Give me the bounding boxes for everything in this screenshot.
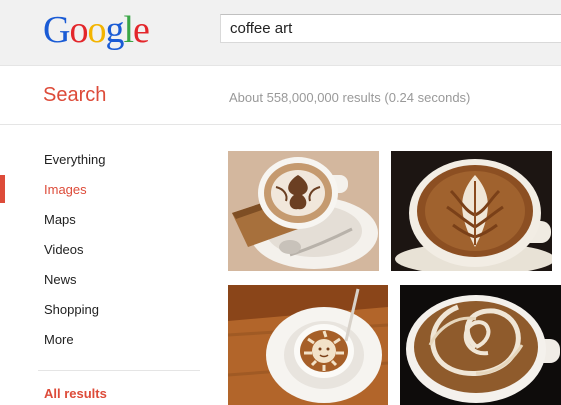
search-results-page: Google Search About 558,000,000 results … xyxy=(0,0,561,405)
selected-nav-indicator xyxy=(0,175,5,203)
nav-label-images: Images xyxy=(44,182,87,197)
sub-header: Search About 558,000,000 results (0.24 s… xyxy=(0,66,561,125)
search-label: Search xyxy=(43,84,107,106)
result-stats: About 558,000,000 results (0.24 seconds) xyxy=(229,90,471,105)
logo-letter: l xyxy=(123,9,133,51)
nav-item-news[interactable]: News xyxy=(0,265,200,295)
image-result[interactable] xyxy=(228,285,388,405)
coffee-spiral-image xyxy=(400,285,561,405)
image-result[interactable] xyxy=(228,151,379,271)
nav-item-maps[interactable]: Maps xyxy=(0,205,200,235)
nav-item-more[interactable]: More xyxy=(0,325,200,355)
image-result[interactable] xyxy=(400,285,561,405)
nav-item-images[interactable]: Images xyxy=(0,175,200,205)
logo-letter: e xyxy=(133,9,149,51)
coffee-sun-image xyxy=(228,285,388,405)
logo-letter: g xyxy=(105,9,124,51)
svg-text:Google: Google xyxy=(43,9,149,51)
nav-item-videos[interactable]: Videos xyxy=(0,235,200,265)
nav-item-everything[interactable]: Everything xyxy=(0,145,200,175)
coffee-rosetta-image xyxy=(391,151,552,271)
coffee-flower-image xyxy=(228,151,379,271)
top-bar: Google xyxy=(0,0,561,66)
logo-letter: o xyxy=(69,9,87,51)
nav-divider xyxy=(38,370,200,371)
nav-item-shopping[interactable]: Shopping xyxy=(0,295,200,325)
all-results-link[interactable]: All results xyxy=(44,386,107,401)
search-box[interactable] xyxy=(220,14,561,43)
logo-letter: o xyxy=(87,9,105,51)
google-logo[interactable]: Google xyxy=(43,8,161,52)
image-result[interactable] xyxy=(391,151,552,271)
search-input[interactable] xyxy=(221,15,561,42)
left-nav: Everything Images Maps Videos News Shopp… xyxy=(0,145,200,355)
logo-letter: G xyxy=(43,9,70,51)
